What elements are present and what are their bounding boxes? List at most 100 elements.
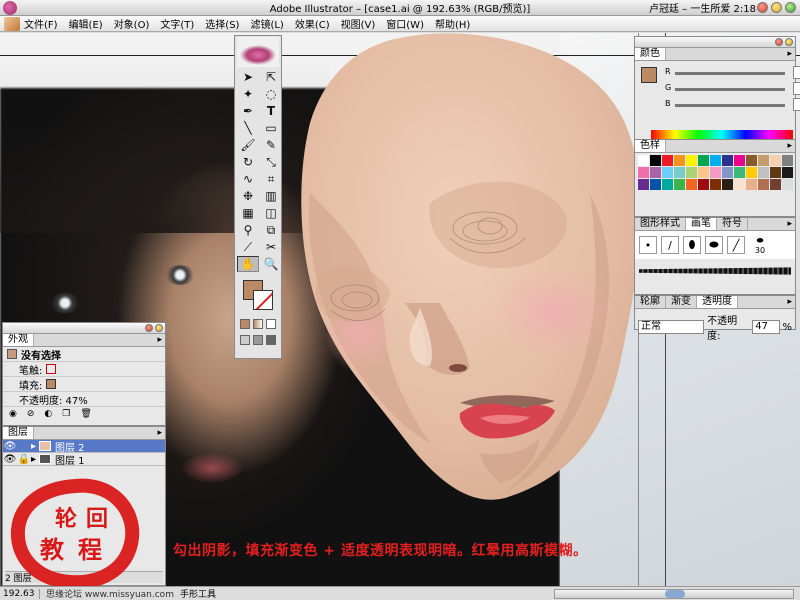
- palette-titlebar[interactable]: [635, 37, 795, 48]
- tab-stroke[interactable]: 轮廓: [635, 296, 666, 308]
- appearance-menu-arrow-icon[interactable]: ▸: [157, 334, 162, 346]
- pen-tool-icon[interactable]: ✒: [237, 103, 259, 119]
- brush-thin-icon[interactable]: /: [661, 236, 679, 254]
- swatch[interactable]: [782, 167, 793, 178]
- swatch[interactable]: [734, 179, 745, 190]
- standard-screen-mode-button[interactable]: [239, 335, 250, 345]
- menu-select[interactable]: 选择(S): [205, 16, 239, 31]
- appearance-fill-row[interactable]: 填充:: [3, 377, 165, 392]
- menu-edit[interactable]: 编辑(E): [69, 16, 103, 31]
- zoom-window-button[interactable]: [785, 2, 796, 13]
- reduce-basic-icon[interactable]: ◐: [44, 409, 52, 419]
- blend-tool-icon[interactable]: ⧉: [260, 222, 282, 238]
- pencil-tool-icon[interactable]: ✎: [260, 137, 282, 153]
- menu-type[interactable]: 文字(T): [160, 16, 194, 31]
- swatch[interactable]: [734, 167, 745, 178]
- rectangle-tool-icon[interactable]: ▭: [260, 120, 282, 136]
- swatch[interactable]: [662, 179, 673, 190]
- brush-line-icon[interactable]: ╱: [727, 236, 745, 254]
- swatch[interactable]: [722, 167, 733, 178]
- scrollbar-thumb[interactable]: [665, 589, 685, 598]
- delete-item-icon[interactable]: 🗑: [80, 409, 91, 419]
- swatch[interactable]: [746, 167, 757, 178]
- lasso-tool-icon[interactable]: ◌: [260, 86, 282, 102]
- new-art-maintains-icon[interactable]: ◉: [9, 409, 17, 419]
- swatch[interactable]: [686, 167, 697, 178]
- brush-oval-icon[interactable]: ⬮: [683, 236, 701, 254]
- lock-icon[interactable]: 🔒: [17, 454, 31, 465]
- swatch[interactable]: [758, 155, 769, 166]
- swatch[interactable]: [734, 155, 745, 166]
- zoom-field[interactable]: 192.63: [0, 588, 40, 599]
- full-screen-menu-mode-button[interactable]: [252, 335, 263, 345]
- close-window-button[interactable]: [757, 2, 768, 13]
- menu-effect[interactable]: 效果(C): [295, 16, 330, 31]
- appearance-opacity-row[interactable]: 不透明度: 47%: [3, 392, 165, 407]
- mesh-tool-icon[interactable]: ▦: [237, 205, 259, 221]
- color-fill-preview[interactable]: [641, 67, 657, 83]
- green-value-field[interactable]: [793, 82, 800, 95]
- swatch[interactable]: [674, 167, 685, 178]
- stroke-none-swatch[interactable]: [253, 290, 273, 310]
- tab-transparency[interactable]: 透明度: [697, 296, 738, 308]
- swatch[interactable]: [746, 155, 757, 166]
- palette-collapse-button[interactable]: [785, 38, 793, 46]
- gradient-tool-icon[interactable]: ◫: [260, 205, 282, 221]
- duplicate-item-icon[interactable]: ❐: [62, 409, 70, 419]
- layer-name[interactable]: 图层 1: [55, 452, 85, 467]
- swatch[interactable]: [782, 179, 793, 190]
- swatch[interactable]: [650, 155, 661, 166]
- swatch[interactable]: [674, 179, 685, 190]
- tab-appearance[interactable]: 外观: [3, 334, 34, 346]
- palette-close-button[interactable]: [775, 38, 783, 46]
- swatch[interactable]: [650, 179, 661, 190]
- brush-menu-arrow-icon[interactable]: ▸: [787, 218, 792, 230]
- type-tool-icon[interactable]: T: [260, 103, 282, 119]
- slice-tool-icon[interactable]: ⟋: [237, 239, 259, 255]
- appearance-collapse-button[interactable]: [155, 324, 163, 332]
- magic-wand-tool-icon[interactable]: ✦: [237, 86, 259, 102]
- tab-swatches[interactable]: 色样: [635, 140, 666, 152]
- color-mode-button[interactable]: [239, 319, 250, 329]
- menu-view[interactable]: 视图(V): [341, 16, 376, 31]
- paintbrush-tool-icon[interactable]: 🖌: [237, 137, 259, 153]
- eyedropper-tool-icon[interactable]: ⚲: [237, 222, 259, 238]
- red-slider[interactable]: R: [665, 65, 800, 81]
- line-tool-icon[interactable]: ╲: [237, 120, 259, 136]
- swatch[interactable]: [770, 155, 781, 166]
- none-mode-button[interactable]: [266, 319, 277, 329]
- menu-object[interactable]: 对象(O): [114, 16, 150, 31]
- swatch[interactable]: [662, 167, 673, 178]
- symbol-sprayer-tool-icon[interactable]: ❉: [237, 188, 259, 204]
- minimize-window-button[interactable]: [771, 2, 782, 13]
- expand-triangle-icon[interactable]: ▸: [31, 441, 39, 452]
- visibility-eye-icon[interactable]: 👁: [3, 454, 17, 465]
- swatch[interactable]: [722, 155, 733, 166]
- tab-layers[interactable]: 图层: [3, 427, 34, 439]
- swatch[interactable]: [650, 167, 661, 178]
- free-transform-tool-icon[interactable]: ⌗: [260, 171, 282, 187]
- menu-help[interactable]: 帮助(H): [435, 16, 470, 31]
- tab-color[interactable]: 颜色: [635, 48, 666, 60]
- swatch[interactable]: [770, 179, 781, 190]
- hand-tool-icon[interactable]: ✋: [237, 256, 259, 272]
- menu-file[interactable]: 文件(F): [24, 16, 58, 31]
- swatch[interactable]: [686, 155, 697, 166]
- rotate-tool-icon[interactable]: ↻: [237, 154, 259, 170]
- tab-graphic-styles[interactable]: 图形样式: [635, 218, 686, 230]
- blend-mode-select[interactable]: 正常: [638, 320, 705, 334]
- swatch[interactable]: [758, 179, 769, 190]
- swatch[interactable]: [686, 179, 697, 190]
- swatch[interactable]: [710, 167, 721, 178]
- opacity-input[interactable]: 47: [752, 320, 780, 334]
- tab-symbols[interactable]: 符号: [717, 218, 748, 230]
- layers-menu-arrow-icon[interactable]: ▸: [157, 427, 162, 439]
- graph-tool-icon[interactable]: ▥: [260, 188, 282, 204]
- swatch[interactable]: [638, 167, 649, 178]
- swatch[interactable]: [638, 155, 649, 166]
- expand-triangle-icon[interactable]: ▸: [31, 454, 39, 465]
- blue-slider[interactable]: B: [665, 97, 800, 113]
- swatch[interactable]: [758, 167, 769, 178]
- zoom-tool-icon[interactable]: 🔍: [260, 256, 282, 272]
- layer-row[interactable]: 👁 🔒 ▸ 图层 1: [3, 452, 165, 467]
